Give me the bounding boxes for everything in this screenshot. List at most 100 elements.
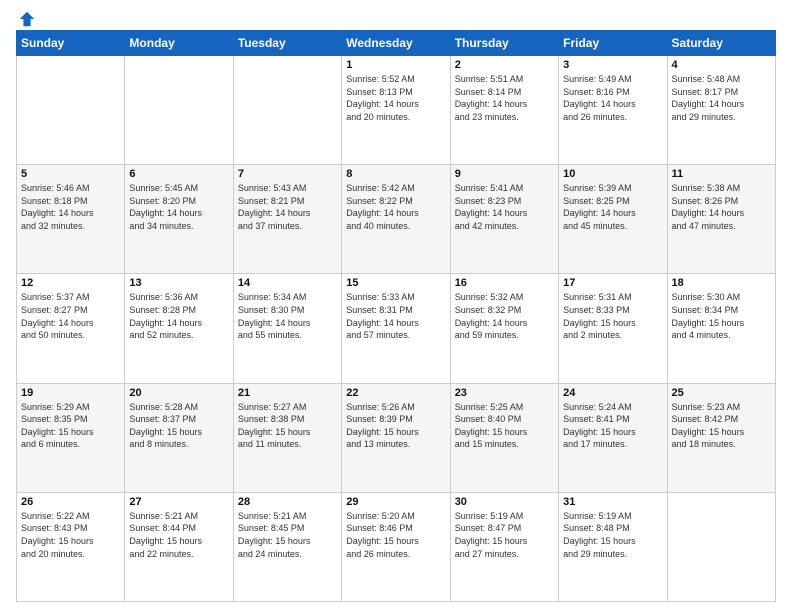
day-info: Sunrise: 5:24 AM Sunset: 8:41 PM Dayligh… <box>563 401 662 451</box>
day-info: Sunrise: 5:21 AM Sunset: 8:45 PM Dayligh… <box>238 510 337 560</box>
day-number: 1 <box>346 59 445 71</box>
day-cell <box>667 492 775 601</box>
day-info: Sunrise: 5:33 AM Sunset: 8:31 PM Dayligh… <box>346 291 445 341</box>
day-cell: 7 Sunrise: 5:43 AM Sunset: 8:21 PM Daylig… <box>233 165 341 274</box>
day-number: 7 <box>238 168 337 180</box>
day-number: 30 <box>455 496 554 508</box>
day-cell: 16 Sunrise: 5:32 AM Sunset: 8:32 PM Dayli… <box>450 274 558 383</box>
day-cell: 1Sunrise: 5:52 AM Sunset: 8:13 PM Daylig… <box>342 56 450 165</box>
day-info: Sunrise: 5:37 AM Sunset: 8:27 PM Dayligh… <box>21 291 120 341</box>
col-header-sunday: Sunday <box>17 31 125 56</box>
day-cell: 23 Sunrise: 5:25 AM Sunset: 8:40 PM Dayli… <box>450 383 558 492</box>
day-cell: 8 Sunrise: 5:42 AM Sunset: 8:22 PM Daylig… <box>342 165 450 274</box>
day-info: Sunrise: 5:43 AM Sunset: 8:21 PM Dayligh… <box>238 182 337 232</box>
col-header-wednesday: Wednesday <box>342 31 450 56</box>
page: SundayMondayTuesdayWednesdayThursdayFrid… <box>0 0 792 612</box>
day-info: Sunrise: 5:25 AM Sunset: 8:40 PM Dayligh… <box>455 401 554 451</box>
day-number: 5 <box>21 168 120 180</box>
day-info: Sunrise: 5:19 AM Sunset: 8:48 PM Dayligh… <box>563 510 662 560</box>
day-cell: 18 Sunrise: 5:30 AM Sunset: 8:34 PM Dayli… <box>667 274 775 383</box>
day-info: Sunrise: 5:31 AM Sunset: 8:33 PM Dayligh… <box>563 291 662 341</box>
day-cell: 5 Sunrise: 5:46 AM Sunset: 8:18 PM Daylig… <box>17 165 125 274</box>
day-info: Sunrise: 5:30 AM Sunset: 8:34 PM Dayligh… <box>672 291 771 341</box>
day-cell <box>125 56 233 165</box>
day-number: 28 <box>238 496 337 508</box>
day-number: 20 <box>129 387 228 399</box>
day-number: 8 <box>346 168 445 180</box>
day-info: Sunrise: 5:38 AM Sunset: 8:26 PM Dayligh… <box>672 182 771 232</box>
week-row-1: 1Sunrise: 5:52 AM Sunset: 8:13 PM Daylig… <box>17 56 776 165</box>
day-cell: 28 Sunrise: 5:21 AM Sunset: 8:45 PM Dayli… <box>233 492 341 601</box>
day-cell: 22Sunrise: 5:26 AM Sunset: 8:39 PM Dayli… <box>342 383 450 492</box>
day-number: 31 <box>563 496 662 508</box>
day-info: Sunrise: 5:45 AM Sunset: 8:20 PM Dayligh… <box>129 182 228 232</box>
day-number: 18 <box>672 277 771 289</box>
day-info: Sunrise: 5:32 AM Sunset: 8:32 PM Dayligh… <box>455 291 554 341</box>
day-cell: 6 Sunrise: 5:45 AM Sunset: 8:20 PM Daylig… <box>125 165 233 274</box>
day-info: Sunrise: 5:46 AM Sunset: 8:18 PM Dayligh… <box>21 182 120 232</box>
day-number: 14 <box>238 277 337 289</box>
day-info: Sunrise: 5:49 AM Sunset: 8:16 PM Dayligh… <box>563 73 662 123</box>
day-number: 23 <box>455 387 554 399</box>
day-cell: 30 Sunrise: 5:19 AM Sunset: 8:47 PM Dayli… <box>450 492 558 601</box>
day-info: Sunrise: 5:36 AM Sunset: 8:28 PM Dayligh… <box>129 291 228 341</box>
day-number: 2 <box>455 59 554 71</box>
day-number: 9 <box>455 168 554 180</box>
day-cell: 13 Sunrise: 5:36 AM Sunset: 8:28 PM Dayli… <box>125 274 233 383</box>
logo-text <box>16 10 36 28</box>
day-info: Sunrise: 5:23 AM Sunset: 8:42 PM Dayligh… <box>672 401 771 451</box>
col-header-saturday: Saturday <box>667 31 775 56</box>
day-cell: 24 Sunrise: 5:24 AM Sunset: 8:41 PM Dayli… <box>559 383 667 492</box>
day-info: Sunrise: 5:22 AM Sunset: 8:43 PM Dayligh… <box>21 510 120 560</box>
day-number: 11 <box>672 168 771 180</box>
day-number: 25 <box>672 387 771 399</box>
day-info: Sunrise: 5:20 AM Sunset: 8:46 PM Dayligh… <box>346 510 445 560</box>
week-row-5: 26Sunrise: 5:22 AM Sunset: 8:43 PM Dayli… <box>17 492 776 601</box>
day-number: 13 <box>129 277 228 289</box>
col-header-friday: Friday <box>559 31 667 56</box>
week-row-3: 12 Sunrise: 5:37 AM Sunset: 8:27 PM Dayli… <box>17 274 776 383</box>
calendar-table: SundayMondayTuesdayWednesdayThursdayFrid… <box>16 30 776 602</box>
day-cell: 2 Sunrise: 5:51 AM Sunset: 8:14 PM Daylig… <box>450 56 558 165</box>
calendar-header-row: SundayMondayTuesdayWednesdayThursdayFrid… <box>17 31 776 56</box>
day-cell: 15 Sunrise: 5:33 AM Sunset: 8:31 PM Dayli… <box>342 274 450 383</box>
day-cell: 9Sunrise: 5:41 AM Sunset: 8:23 PM Daylig… <box>450 165 558 274</box>
day-cell: 11 Sunrise: 5:38 AM Sunset: 8:26 PM Dayli… <box>667 165 775 274</box>
week-row-4: 19 Sunrise: 5:29 AM Sunset: 8:35 PM Dayli… <box>17 383 776 492</box>
day-info: Sunrise: 5:29 AM Sunset: 8:35 PM Dayligh… <box>21 401 120 451</box>
day-cell: 29 Sunrise: 5:20 AM Sunset: 8:46 PM Dayli… <box>342 492 450 601</box>
day-cell: 31 Sunrise: 5:19 AM Sunset: 8:48 PM Dayli… <box>559 492 667 601</box>
day-info: Sunrise: 5:28 AM Sunset: 8:37 PM Dayligh… <box>129 401 228 451</box>
day-cell: 10 Sunrise: 5:39 AM Sunset: 8:25 PM Dayli… <box>559 165 667 274</box>
day-cell <box>233 56 341 165</box>
day-info: Sunrise: 5:39 AM Sunset: 8:25 PM Dayligh… <box>563 182 662 232</box>
day-number: 27 <box>129 496 228 508</box>
day-number: 15 <box>346 277 445 289</box>
day-info: Sunrise: 5:48 AM Sunset: 8:17 PM Dayligh… <box>672 73 771 123</box>
week-row-2: 5 Sunrise: 5:46 AM Sunset: 8:18 PM Daylig… <box>17 165 776 274</box>
day-number: 19 <box>21 387 120 399</box>
day-info: Sunrise: 5:21 AM Sunset: 8:44 PM Dayligh… <box>129 510 228 560</box>
day-info: Sunrise: 5:51 AM Sunset: 8:14 PM Dayligh… <box>455 73 554 123</box>
day-cell: 19 Sunrise: 5:29 AM Sunset: 8:35 PM Dayli… <box>17 383 125 492</box>
day-info: Sunrise: 5:42 AM Sunset: 8:22 PM Dayligh… <box>346 182 445 232</box>
day-cell: 21Sunrise: 5:27 AM Sunset: 8:38 PM Dayli… <box>233 383 341 492</box>
logo-icon <box>18 10 36 28</box>
col-header-monday: Monday <box>125 31 233 56</box>
logo <box>16 10 36 24</box>
day-number: 22 <box>346 387 445 399</box>
day-info: Sunrise: 5:19 AM Sunset: 8:47 PM Dayligh… <box>455 510 554 560</box>
day-number: 10 <box>563 168 662 180</box>
day-number: 12 <box>21 277 120 289</box>
day-number: 24 <box>563 387 662 399</box>
day-number: 29 <box>346 496 445 508</box>
day-cell: 20 Sunrise: 5:28 AM Sunset: 8:37 PM Dayli… <box>125 383 233 492</box>
day-number: 6 <box>129 168 228 180</box>
day-cell: 3 Sunrise: 5:49 AM Sunset: 8:16 PM Daylig… <box>559 56 667 165</box>
col-header-tuesday: Tuesday <box>233 31 341 56</box>
day-number: 16 <box>455 277 554 289</box>
day-number: 3 <box>563 59 662 71</box>
day-cell: 14 Sunrise: 5:34 AM Sunset: 8:30 PM Dayli… <box>233 274 341 383</box>
day-cell: 27 Sunrise: 5:21 AM Sunset: 8:44 PM Dayli… <box>125 492 233 601</box>
day-info: Sunrise: 5:34 AM Sunset: 8:30 PM Dayligh… <box>238 291 337 341</box>
